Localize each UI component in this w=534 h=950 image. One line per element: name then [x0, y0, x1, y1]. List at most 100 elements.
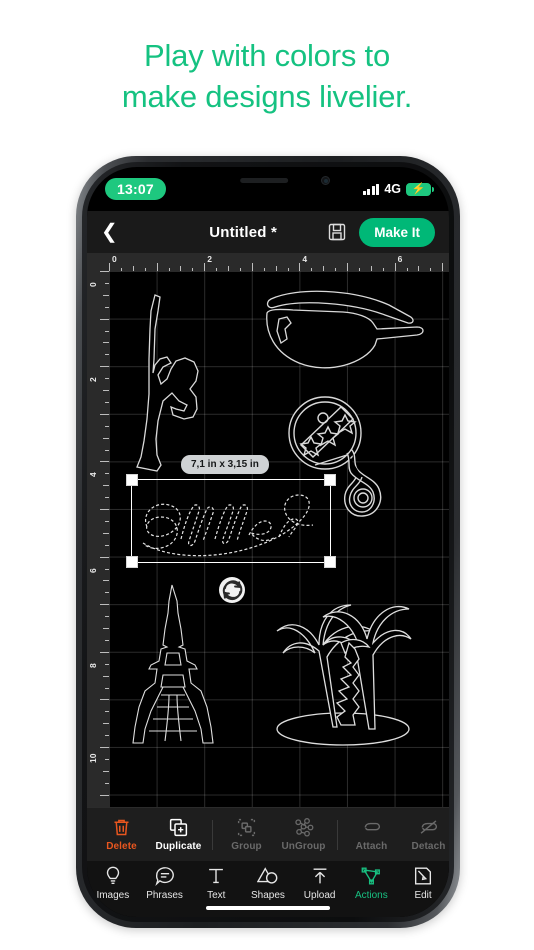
ruler-h-tick [442, 263, 444, 271]
ungroup-icon [295, 818, 314, 837]
headline-line-2: make designs livelier. [121, 78, 413, 114]
tab-text[interactable]: Text [191, 865, 241, 901]
dimension-tooltip: 7,1 in x 3,15 in [181, 455, 269, 474]
group-button[interactable]: Group [218, 817, 275, 852]
tab-images-label: Images [96, 890, 130, 901]
ruler-v-tick [100, 699, 109, 701]
cutting-mat[interactable]: 7,1 in x 3,15 in [109, 271, 449, 807]
ruler-v-tick [105, 520, 109, 522]
ruler-h-label: 4 [302, 254, 308, 264]
tab-actions-label: Actions [354, 890, 388, 901]
text-t-icon [209, 868, 224, 884]
ruler-v-tick [103, 437, 109, 439]
resize-handle-bottom-left[interactable] [126, 556, 138, 568]
battery-charging-icon: ⚡ [406, 182, 434, 196]
ruler-h-tick [228, 266, 229, 271]
app-nav-bar: ❮ Untitled * Make It [87, 211, 449, 253]
ruler-v-tick [100, 413, 109, 415]
ruler-v-tick [103, 723, 109, 725]
ruler-v-tick [105, 497, 109, 499]
tab-edit-label: Edit [414, 890, 432, 901]
ruler-h-tick [109, 263, 110, 271]
ruler-v-tick [100, 271, 109, 272]
ruler-v-tick [105, 711, 109, 713]
tab-text-label: Text [207, 890, 226, 901]
floppy-disk-save-icon[interactable] [327, 222, 347, 242]
tab-shapes[interactable]: Shapes [243, 865, 293, 901]
pen-edit-icon [415, 867, 432, 885]
ruler-h-tick [168, 268, 170, 271]
ruler-v-tick [105, 354, 109, 356]
ruler-h-tick [347, 263, 348, 271]
network-type-label: 4G [384, 182, 401, 196]
palm-trees-island[interactable] [275, 579, 412, 749]
ruler-h-tick [299, 263, 301, 271]
ruler-v-tick [105, 568, 109, 570]
tab-images[interactable]: Images [88, 865, 138, 901]
ruler-v-tick [100, 747, 109, 748]
ruler-h-tick [287, 268, 289, 271]
make-it-button[interactable]: Make It [359, 217, 435, 247]
ruler-h-tick [406, 268, 408, 271]
tab-upload-label: Upload [303, 890, 336, 901]
ungroup-button[interactable]: UnGroup [275, 817, 332, 852]
ruler-v-tick [103, 294, 109, 296]
ruler-v-tick [100, 461, 109, 463]
nodes-icon [361, 867, 381, 885]
eiffel-tower[interactable] [131, 583, 215, 749]
ruler-v-tick [100, 509, 109, 510]
duplicate-icon [169, 818, 188, 837]
ruler-v-tick [100, 366, 109, 368]
document-title[interactable]: Untitled * [159, 224, 327, 241]
ruler-h-tick [323, 266, 325, 271]
ruler-v-tick [105, 306, 109, 308]
phone-mockup: 13:07 4G ⚡ ❮ Untitled * Make It 0 2 4 6 … [76, 156, 460, 928]
attach-button[interactable]: Attach [343, 817, 400, 852]
home-indicator[interactable] [206, 906, 330, 910]
ruler-h-tick [430, 268, 432, 271]
tab-upload[interactable]: Upload [295, 865, 345, 901]
ruler-v-tick [103, 532, 109, 534]
tab-shapes-label: Shapes [250, 890, 285, 901]
ruler-h-tick [275, 266, 277, 271]
duplicate-button[interactable]: Duplicate [150, 817, 207, 852]
delete-button[interactable]: Delete [93, 817, 150, 852]
ruler-h-tick [370, 266, 372, 271]
ruler-corner [87, 253, 109, 271]
detach-label: Detach [411, 841, 446, 852]
ruler-h-tick [180, 266, 182, 271]
ruler-h-tick [204, 263, 206, 271]
ruler-h-tick [216, 268, 218, 271]
ruler-v-tick [105, 449, 109, 451]
ruler-h-tick [251, 263, 253, 271]
attach-label: Attach [355, 841, 388, 852]
tab-actions[interactable]: Actions [346, 865, 396, 901]
ruler-v-tick [103, 580, 109, 582]
ruler-v-tick [105, 687, 109, 689]
karate-kick-figure[interactable] [127, 289, 207, 479]
ruler-v-tick [105, 663, 109, 665]
ruler-v-tick [103, 675, 109, 677]
rotate-icon[interactable] [219, 577, 245, 603]
chevron-left-icon[interactable]: ❮ [101, 222, 123, 242]
resize-handle-top-left[interactable] [126, 474, 138, 486]
resize-handle-bottom-right[interactable] [324, 556, 336, 568]
sunglasses[interactable] [257, 283, 429, 371]
design-canvas[interactable]: 024681012 02468101214161820 [87, 253, 449, 807]
group-icon [237, 818, 256, 837]
ruler-v-tick [103, 628, 109, 629]
resize-handle-top-right[interactable] [324, 474, 336, 486]
ruler-v-tick [105, 378, 109, 380]
ruler-h-tick [132, 266, 134, 271]
ruler-v-tick [103, 342, 109, 344]
detach-button[interactable]: Detach [400, 817, 449, 852]
ruler-v-label: 2 [88, 377, 98, 383]
context-toolbar[interactable]: Delete Duplicate Group UnGroup Attach De… [87, 807, 449, 861]
selection-bounding-box[interactable] [126, 474, 336, 568]
ruler-v-tick [105, 473, 109, 475]
group-label: Group [231, 841, 262, 852]
upload-arrow-icon [313, 868, 327, 884]
tab-phrases[interactable]: Phrases [140, 865, 190, 901]
ruler-v-tick [105, 592, 109, 594]
tab-edit[interactable]: Edit [398, 865, 448, 901]
